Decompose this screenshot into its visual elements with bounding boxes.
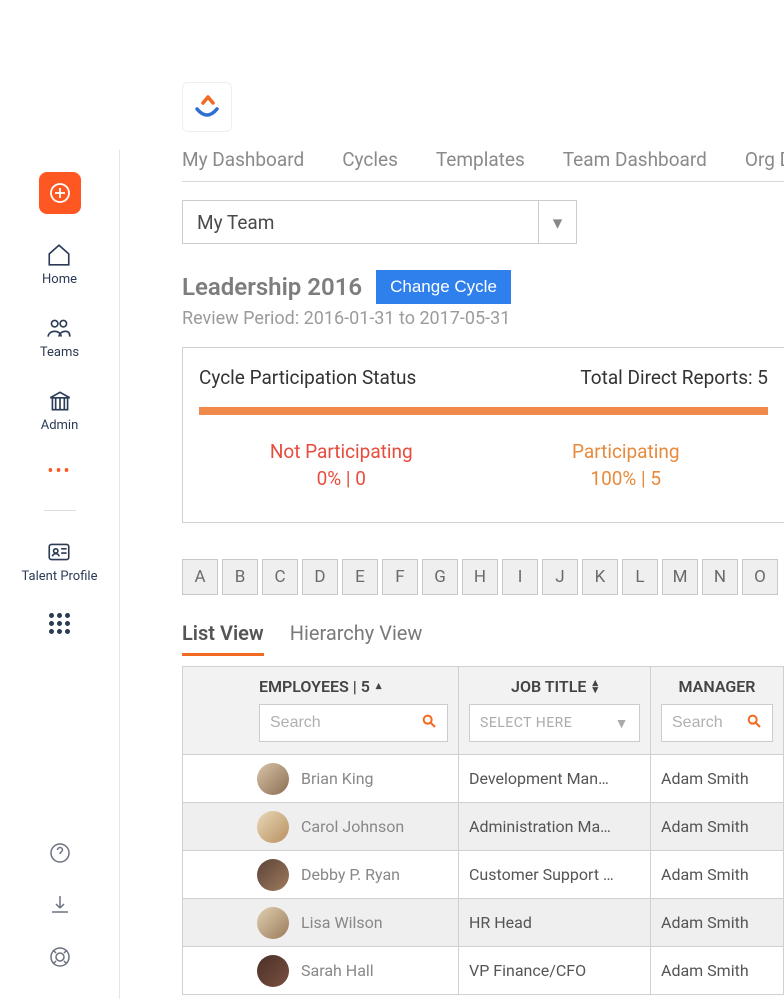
alpha-filter-o[interactable]: O [742,559,778,595]
sidebar: Home Teams Admin ••• Talent Profile [0,150,120,999]
alpha-filter-l[interactable]: L [622,559,658,595]
manager-cell: Adam Smith [651,851,784,898]
divider [44,510,76,511]
app-logo [182,82,232,132]
sidebar-item-teams[interactable]: Teams [40,315,79,360]
alpha-filter-n[interactable]: N [702,559,738,595]
alpha-filter-c[interactable]: C [262,559,298,595]
apps-grid-icon[interactable] [49,613,70,634]
manager-cell: Adam Smith [651,947,784,994]
col-header-manager[interactable]: MANAGER [679,677,756,696]
chevron-down-icon: ▼ [615,715,629,732]
employee-name: Carol Johnson [301,817,404,836]
sidebar-item-talent-profile[interactable]: Talent Profile [22,539,98,585]
sidebar-item-label: Teams [40,345,79,360]
sidebar-item-label: Home [42,272,77,287]
alpha-filter-e[interactable]: E [342,559,378,595]
sidebar-item-label: Admin [41,418,79,433]
chevron-down-icon: ▾ [538,201,576,243]
not-participating-stat: Not Participating 0% | 0 [199,439,484,492]
alpha-filter-h[interactable]: H [462,559,498,595]
job-title-filter[interactable]: SELECT HERE ▼ [469,704,640,742]
search-icon [746,713,762,734]
table-row[interactable]: Lisa Wilson HR HeadAdam Smith [183,898,784,946]
job-title-cell: HR Head [459,899,651,946]
manager-cell: Adam Smith [651,755,784,802]
alpha-filter-b[interactable]: B [222,559,258,595]
top-nav-tabs: My Dashboard Cycles Templates Team Dashb… [182,148,784,182]
manager-search-input[interactable] [672,714,746,732]
sidebar-item-admin[interactable]: Admin [41,388,79,433]
alpha-filter-a[interactable]: A [182,559,218,595]
employee-name: Brian King [301,769,374,788]
tab-org-dashboard[interactable]: Org Dash [745,148,784,171]
employees-search-input[interactable] [270,714,421,732]
job-title-cell: Customer Support … [459,851,651,898]
sidebar-item-label: Talent Profile [22,569,98,585]
profile-card-icon [46,539,72,565]
employee-name: Debby P. Ryan [301,865,400,884]
job-title-cell: Administration Ma… [459,803,651,850]
alpha-filter-k[interactable]: K [582,559,618,595]
help-icon[interactable] [48,841,72,865]
tab-templates[interactable]: Templates [436,148,525,171]
avatar [257,763,289,795]
change-cycle-button[interactable]: Change Cycle [376,270,511,304]
employee-name: Sarah Hall [301,961,374,980]
total-direct-reports: Total Direct Reports: 5 [580,366,768,389]
review-period: Review Period: 2016-01-31 to 2017-05-31 [182,308,784,329]
search-icon [421,713,437,734]
table-row[interactable]: Carol Johnson Administration Ma…Adam Smit… [183,802,784,850]
alpha-filter-i[interactable]: I [502,559,538,595]
table-row[interactable]: Sarah Hall VP Finance/CFOAdam Smith [183,946,784,994]
employees-search[interactable] [259,704,448,742]
tab-my-dashboard[interactable]: My Dashboard [182,148,304,171]
alpha-filter-m[interactable]: M [662,559,698,595]
view-tabs: List View Hierarchy View [182,621,784,656]
lifebuoy-icon[interactable] [48,945,72,969]
tab-list-view[interactable]: List View [182,621,264,656]
table-row[interactable]: Debby P. Ryan Customer Support …Adam Smit… [183,850,784,898]
team-select[interactable]: My Team ▾ [182,200,577,244]
manager-cell: Adam Smith [651,803,784,850]
col-header-job-title[interactable]: JOB TITLE [511,677,586,696]
tab-cycles[interactable]: Cycles [342,148,398,171]
cycle-title: Leadership 2016 [182,273,362,301]
job-title-cell: Development Man… [459,755,651,802]
download-icon[interactable] [48,893,72,917]
participation-progress-bar [199,407,768,415]
participating-stat: Participating 100% | 5 [484,439,769,492]
job-title-cell: VP Finance/CFO [459,947,651,994]
manager-search[interactable] [661,704,773,742]
avatar [257,859,289,891]
tab-team-dashboard[interactable]: Team Dashboard [563,148,707,171]
alpha-filter-j[interactable]: J [542,559,578,595]
home-icon [46,242,72,268]
sidebar-item-home[interactable]: Home [42,242,77,287]
manager-cell: Adam Smith [651,899,784,946]
employees-table: EMPLOYEES | 5 ▴ JOB TITLE [182,666,784,995]
avatar [257,907,289,939]
teams-icon [46,315,72,341]
alpha-filter-d[interactable]: D [302,559,338,595]
alphabet-filter: ABCDEFGHIJKLMNO [182,559,784,595]
sort-icon[interactable]: ▴ [376,683,382,690]
participation-status-card: Cycle Participation Status Total Direct … [182,347,784,523]
avatar [257,955,289,987]
team-select-value: My Team [197,211,274,234]
more-icon[interactable]: ••• [47,461,71,482]
employee-name: Lisa Wilson [301,913,383,932]
alpha-filter-f[interactable]: F [382,559,418,595]
col-header-employees[interactable]: EMPLOYEES | 5 [259,677,370,696]
add-button[interactable] [39,172,81,214]
alpha-filter-g[interactable]: G [422,559,458,595]
tab-hierarchy-view[interactable]: Hierarchy View [290,621,423,656]
table-row[interactable]: Brian King Development Man…Adam Smith [183,754,784,802]
sort-icon[interactable]: ▴▾ [592,680,598,693]
admin-icon [47,388,73,414]
status-heading: Cycle Participation Status [199,366,416,389]
avatar [257,811,289,843]
